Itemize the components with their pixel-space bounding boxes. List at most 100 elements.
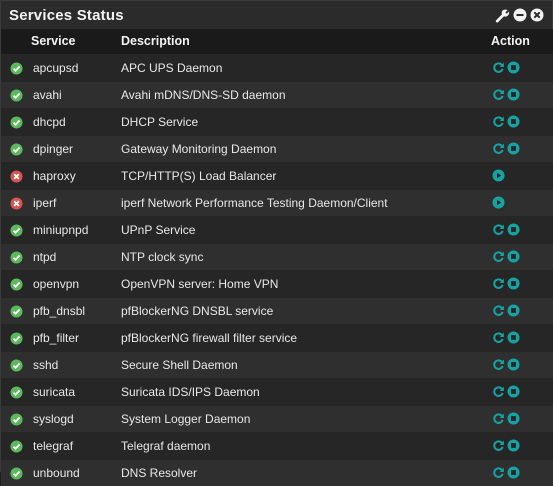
action-cell — [491, 107, 553, 135]
status-cell — [1, 188, 31, 216]
action-buttons — [491, 169, 553, 182]
service-description: iperf Network Performance Testing Daemon… — [121, 188, 491, 216]
status-cell — [1, 242, 31, 270]
action-cell — [491, 53, 553, 81]
stop-icon[interactable] — [507, 412, 520, 425]
stop-icon[interactable] — [507, 88, 520, 101]
action-buttons — [491, 115, 553, 128]
restart-icon[interactable] — [492, 115, 505, 128]
start-icon[interactable] — [492, 196, 505, 209]
check-circle-icon — [9, 224, 23, 237]
action-column-header: Action — [491, 34, 530, 49]
status-cell — [1, 377, 31, 405]
restart-icon[interactable] — [492, 439, 505, 452]
minus-circle-icon[interactable] — [513, 8, 527, 22]
status-cell — [1, 161, 31, 189]
restart-icon[interactable] — [492, 466, 505, 479]
check-circle-icon — [9, 251, 23, 264]
start-icon[interactable] — [492, 169, 505, 182]
action-cell — [491, 323, 553, 351]
action-buttons — [491, 331, 553, 344]
stop-icon[interactable] — [507, 331, 520, 344]
close-circle-icon[interactable] — [530, 8, 544, 22]
action-cell — [491, 215, 553, 243]
status-cell — [1, 296, 31, 324]
service-row-pfb_dnsbl: pfb_dnsbl pfBlockerNG DNSBL service — [1, 296, 553, 324]
service-name: ntpd — [31, 242, 121, 270]
status-cell — [1, 80, 31, 108]
restart-icon[interactable] — [492, 223, 505, 236]
stop-icon[interactable] — [507, 250, 520, 263]
service-description: Suricata IDS/IPS Daemon — [121, 377, 491, 405]
action-cell — [491, 242, 553, 270]
restart-icon[interactable] — [492, 385, 505, 398]
restart-icon[interactable] — [492, 277, 505, 290]
restart-icon[interactable] — [492, 304, 505, 317]
service-name: pfb_filter — [31, 323, 121, 351]
check-circle-icon — [9, 62, 23, 75]
service-row-pfb_filter: pfb_filter pfBlockerNG firewall filter se… — [1, 323, 553, 351]
x-circle-icon — [9, 170, 23, 183]
stop-icon[interactable] — [507, 142, 520, 155]
stop-icon[interactable] — [507, 277, 520, 290]
service-row-ntpd: ntpd NTP clock sync — [1, 242, 553, 270]
restart-icon[interactable] — [492, 250, 505, 263]
restart-icon[interactable] — [492, 358, 505, 371]
action-cell — [491, 80, 553, 108]
service-name: syslogd — [31, 404, 121, 432]
stop-icon[interactable] — [507, 223, 520, 236]
service-description: Telegraf daemon — [121, 431, 491, 459]
service-row-miniupnpd: miniupnpd UPnP Service — [1, 215, 553, 243]
table-header-row: Service Description Action — [1, 29, 553, 54]
check-circle-icon — [9, 467, 23, 480]
restart-icon[interactable] — [492, 142, 505, 155]
panel-heading: Services Status — [1, 1, 552, 29]
action-buttons — [491, 223, 553, 236]
service-name: miniupnpd — [31, 215, 121, 243]
stop-icon[interactable] — [507, 61, 520, 74]
action-buttons — [491, 88, 553, 101]
restart-icon[interactable] — [492, 61, 505, 74]
services-table-body: apcupsd APC UPS Daemon avahi Avahi mDNS/DNS… — [1, 53, 553, 486]
action-cell — [491, 161, 553, 189]
service-description: NTP clock sync — [121, 242, 491, 270]
stop-icon[interactable] — [507, 358, 520, 371]
action-cell — [491, 404, 553, 432]
check-circle-icon — [9, 143, 23, 156]
service-row-telegraf: telegraf Telegraf daemon — [1, 431, 553, 459]
service-description: Gateway Monitoring Daemon — [121, 134, 491, 162]
service-name: unbound — [31, 458, 121, 486]
check-circle-icon — [9, 89, 23, 102]
check-circle-icon — [9, 305, 23, 318]
service-description: Secure Shell Daemon — [121, 350, 491, 378]
restart-icon[interactable] — [492, 412, 505, 425]
service-row-dpinger: dpinger Gateway Monitoring Daemon — [1, 134, 553, 162]
service-row-iperf: iperf iperf Network Performance Testing D… — [1, 188, 553, 216]
wrench-icon[interactable] — [495, 8, 510, 23]
service-name: apcupsd — [31, 53, 121, 81]
service-name: iperf — [31, 188, 121, 216]
action-cell — [491, 269, 553, 297]
status-cell — [1, 53, 31, 81]
stop-icon[interactable] — [507, 115, 520, 128]
action-cell — [491, 296, 553, 324]
status-cell — [1, 323, 31, 351]
x-circle-icon — [9, 197, 23, 210]
service-row-haproxy: haproxy TCP/HTTP(S) Load Balancer — [1, 161, 553, 189]
status-cell — [1, 350, 31, 378]
services-table: Service Description Action apcupsd APC UP… — [1, 29, 553, 486]
stop-icon[interactable] — [507, 304, 520, 317]
stop-icon[interactable] — [507, 439, 520, 452]
restart-icon[interactable] — [492, 88, 505, 101]
check-circle-icon — [9, 440, 23, 453]
stop-icon[interactable] — [507, 466, 520, 479]
service-row-syslogd: syslogd System Logger Daemon — [1, 404, 553, 432]
check-circle-icon — [9, 413, 23, 426]
service-name: suricata — [31, 377, 121, 405]
action-cell — [491, 431, 553, 459]
service-name: haproxy — [31, 161, 121, 189]
stop-icon[interactable] — [507, 385, 520, 398]
restart-icon[interactable] — [492, 331, 505, 344]
service-description: DHCP Service — [121, 107, 491, 135]
status-cell — [1, 107, 31, 135]
